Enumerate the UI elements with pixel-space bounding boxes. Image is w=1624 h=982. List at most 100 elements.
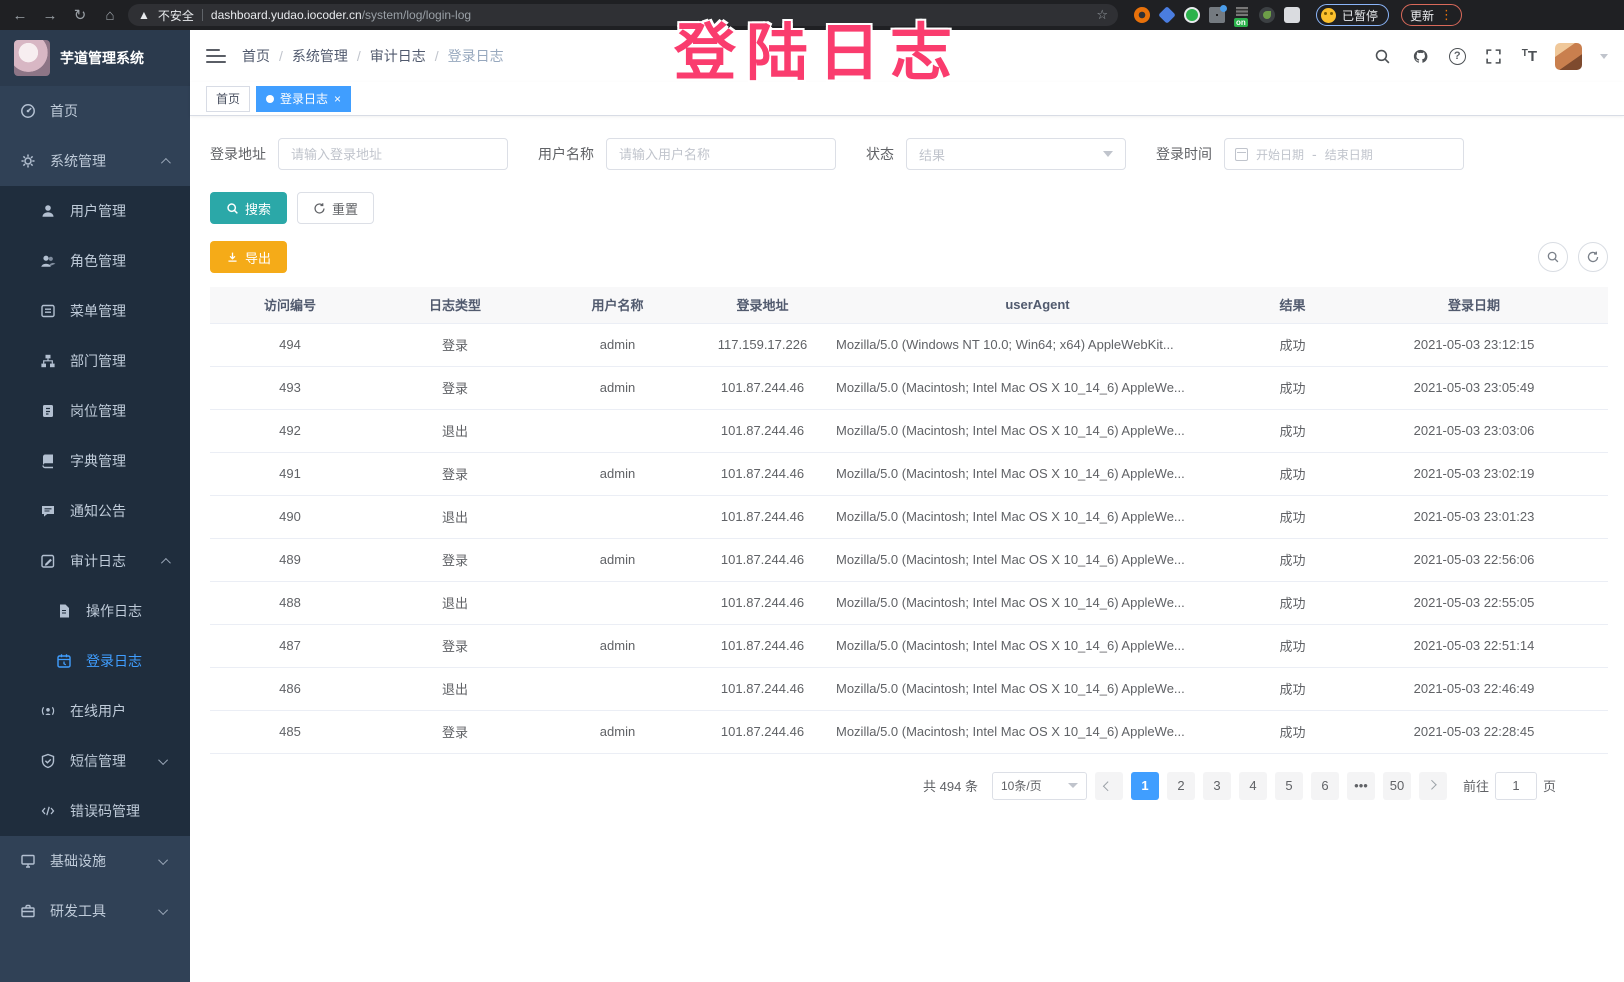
- sidebar-item-menus[interactable]: 菜单管理: [0, 286, 190, 336]
- breadcrumb-item[interactable]: 系统管理: [292, 46, 348, 66]
- page-button-4[interactable]: 4: [1239, 772, 1267, 800]
- kebab-menu-icon[interactable]: ⋮: [1440, 7, 1453, 23]
- app-logo-row[interactable]: 芋道管理系统: [0, 30, 190, 86]
- extension-tampermonkey-icon[interactable]: on: [1234, 7, 1250, 23]
- toggle-search-icon-button[interactable]: [1538, 242, 1568, 272]
- page-size-select[interactable]: 10条/页: [992, 772, 1087, 800]
- prev-page-button[interactable]: [1095, 772, 1123, 800]
- user-avatar[interactable]: [1555, 43, 1582, 70]
- extension-blue-icon[interactable]: [1158, 6, 1176, 24]
- fullscreen-icon[interactable]: [1484, 46, 1504, 66]
- sidebar-item-infrastructure[interactable]: 基础设施: [0, 836, 190, 886]
- back-icon[interactable]: ←: [8, 4, 32, 26]
- sidebar-item-dev-tools[interactable]: 研发工具: [0, 886, 190, 936]
- table-row: 485 登录 admin 101.87.244.46 Mozilla/5.0 (…: [210, 710, 1608, 753]
- tag-login-log[interactable]: 登录日志 ×: [256, 86, 351, 112]
- table-row: 486 退出 101.87.244.46 Mozilla/5.0 (Macint…: [210, 667, 1608, 710]
- search-icon[interactable]: [1373, 46, 1393, 66]
- sidebar-item-departments[interactable]: 部门管理: [0, 336, 190, 386]
- search-button[interactable]: 搜索: [210, 192, 287, 224]
- reload-icon[interactable]: ↻: [68, 4, 92, 26]
- sidebar-toggle-icon[interactable]: [206, 49, 226, 63]
- cell-id: 491: [210, 452, 370, 495]
- user-icon: [40, 203, 56, 219]
- more-pages-button[interactable]: •••: [1347, 772, 1375, 800]
- users-icon: [40, 253, 56, 269]
- font-size-icon[interactable]: TT: [1522, 48, 1537, 65]
- login-address-input[interactable]: [278, 138, 508, 170]
- column-header-login-date: 登录日期: [1340, 287, 1608, 323]
- url-bar[interactable]: ▲ 不安全 dashboard.yudao.iocoder.cn/system/…: [128, 4, 1118, 26]
- bookmark-star-icon[interactable]: ☆: [1096, 7, 1108, 23]
- sidebar-item-operation-log[interactable]: 操作日志: [0, 586, 190, 636]
- cell-login-date: 2021-05-03 23:12:15: [1340, 323, 1608, 366]
- cell-id: 492: [210, 409, 370, 452]
- sidebar-item-login-log[interactable]: 登录日志: [0, 636, 190, 686]
- login-time-range-picker[interactable]: 开始日期 - 结束日期: [1224, 138, 1464, 170]
- cell-username: admin: [540, 538, 695, 581]
- extension-orange-icon[interactable]: [1134, 7, 1150, 23]
- cell-log-type: 退出: [370, 495, 540, 538]
- main-content: 登录地址 用户名称 状态 结果 登录时间 开始日期 - 结束日期: [190, 117, 1624, 982]
- tag-home[interactable]: 首页: [206, 86, 250, 112]
- cell-user-agent: Mozilla/5.0 (Macintosh; Intel Mac OS X 1…: [830, 624, 1245, 667]
- sidebar-item-roles[interactable]: 角色管理: [0, 236, 190, 286]
- extension-leaf-icon[interactable]: [1259, 7, 1275, 23]
- breadcrumb-item[interactable]: 审计日志: [370, 46, 426, 66]
- security-label: 不安全: [158, 7, 194, 24]
- home-icon[interactable]: ⌂: [98, 4, 122, 26]
- help-icon[interactable]: ?: [1449, 48, 1466, 65]
- cell-user-agent: Mozilla/5.0 (Macintosh; Intel Mac OS X 1…: [830, 452, 1245, 495]
- breadcrumb: 首页 / 系统管理 / 审计日志 / 登录日志: [242, 46, 504, 66]
- update-button[interactable]: 更新 ⋮: [1401, 4, 1462, 26]
- sidebar-item-users[interactable]: 用户管理: [0, 186, 190, 236]
- sidebar-item-dictionary[interactable]: 字典管理: [0, 436, 190, 486]
- export-button[interactable]: 导出: [210, 241, 287, 273]
- tag-label: 首页: [216, 90, 240, 107]
- page-button-50[interactable]: 50: [1383, 772, 1411, 800]
- page-button-3[interactable]: 3: [1203, 772, 1231, 800]
- page-button-6[interactable]: 6: [1311, 772, 1339, 800]
- sidebar-item-posts[interactable]: 岗位管理: [0, 386, 190, 436]
- sidebar-item-system[interactable]: 系统管理: [0, 136, 190, 186]
- next-page-button[interactable]: [1419, 772, 1447, 800]
- table-row: 487 登录 admin 101.87.244.46 Mozilla/5.0 (…: [210, 624, 1608, 667]
- github-icon[interactable]: [1411, 46, 1431, 66]
- sidebar-item-notices[interactable]: 通知公告: [0, 486, 190, 536]
- breadcrumb-item[interactable]: 首页: [242, 46, 270, 66]
- status-select[interactable]: 结果: [906, 138, 1126, 170]
- extensions-puzzle-icon[interactable]: [1284, 7, 1300, 23]
- sidebar-item-audit-log[interactable]: 审计日志: [0, 536, 190, 586]
- extension-green-icon[interactable]: [1184, 7, 1200, 23]
- sidebar-item-online-users[interactable]: 在线用户: [0, 686, 190, 736]
- avatar-caret-down-icon[interactable]: [1600, 54, 1608, 59]
- goto-page-input[interactable]: [1495, 772, 1537, 800]
- sidebar-item-error-codes[interactable]: 错误码管理: [0, 786, 190, 836]
- chevron-left-icon: [1103, 781, 1113, 791]
- page-button-1[interactable]: 1: [1131, 772, 1159, 800]
- cell-user-agent: Mozilla/5.0 (Macintosh; Intel Mac OS X 1…: [830, 495, 1245, 538]
- edit-log-icon: [40, 553, 56, 569]
- column-header-username: 用户名称: [540, 287, 695, 323]
- sidebar-item-label: 审计日志: [70, 551, 126, 571]
- id-badge-icon: [40, 403, 56, 419]
- column-header-result: 结果: [1245, 287, 1340, 323]
- sidebar-item-home[interactable]: 首页: [0, 86, 190, 136]
- cell-id: 487: [210, 624, 370, 667]
- close-icon[interactable]: ×: [334, 93, 341, 105]
- page-button-5[interactable]: 5: [1275, 772, 1303, 800]
- forward-icon[interactable]: →: [38, 4, 62, 26]
- sidebar-item-label: 基础设施: [50, 851, 106, 871]
- goto-page: 前往 页: [1463, 772, 1556, 800]
- username-input[interactable]: [606, 138, 836, 170]
- refresh-icon-button[interactable]: [1578, 242, 1608, 272]
- page-button-2[interactable]: 2: [1167, 772, 1195, 800]
- sidebar-item-label: 部门管理: [70, 351, 126, 371]
- sidebar-item-sms[interactable]: 短信管理: [0, 736, 190, 786]
- reset-button[interactable]: 重置: [297, 192, 374, 224]
- paused-badge[interactable]: 已暂停: [1316, 4, 1389, 26]
- table-toolbar: 导出: [210, 241, 1608, 273]
- cell-login-date: 2021-05-03 23:01:23: [1340, 495, 1608, 538]
- extension-grid-icon[interactable]: [1209, 7, 1225, 23]
- cell-username: admin: [540, 710, 695, 753]
